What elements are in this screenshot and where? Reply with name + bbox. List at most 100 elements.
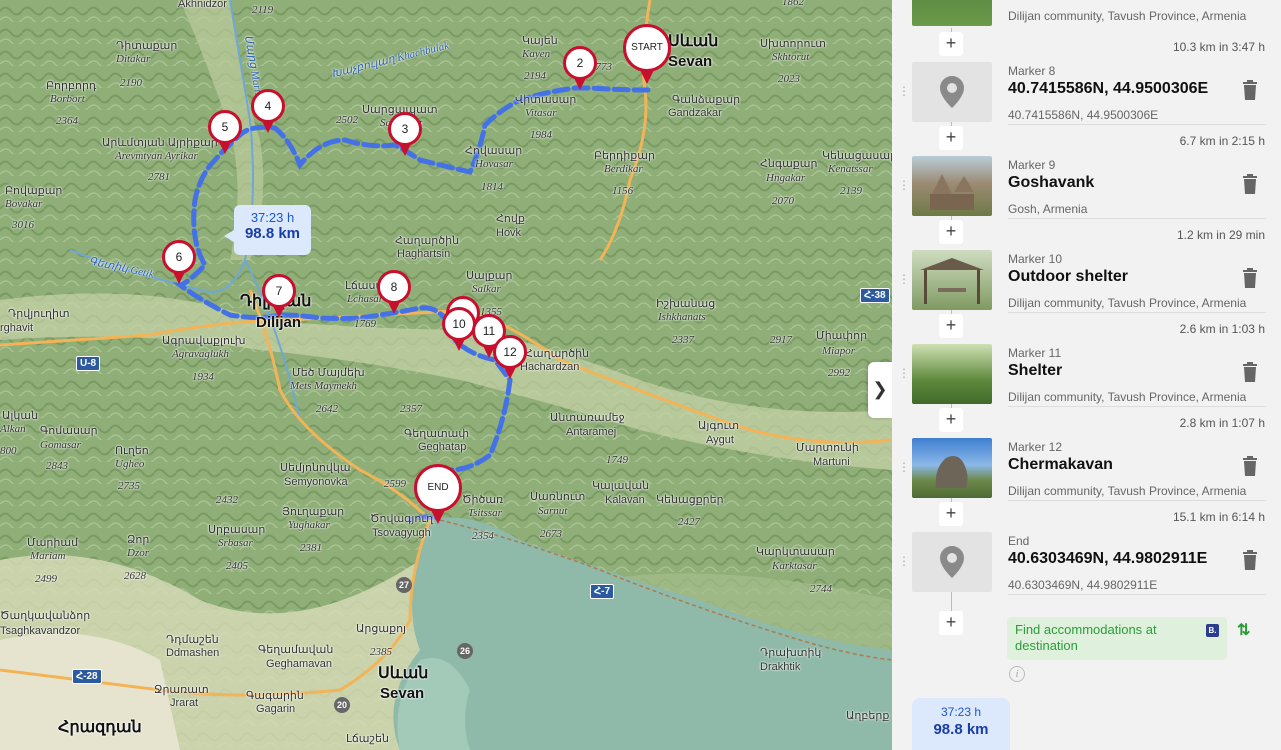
add-waypoint-button[interactable]: +: [939, 220, 963, 244]
drag-handle-icon[interactable]: ⋮⋮: [898, 461, 923, 479]
elevation-label: 2194: [524, 70, 546, 82]
place-label: Ուղեո: [115, 445, 149, 457]
info-icon[interactable]: i: [1009, 666, 1025, 682]
elevation-label: 1769: [354, 318, 376, 330]
waypoint-title: 40.7415586N, 44.9500306E: [1008, 80, 1209, 97]
connector-line: [951, 592, 952, 612]
place-label: Միափոր: [816, 330, 868, 342]
elevation-label: 2354: [472, 530, 494, 542]
route-duration: 37:23 h: [250, 210, 295, 225]
drag-handle-icon[interactable]: ⋮⋮: [898, 179, 923, 197]
place-label: rghavit: [0, 322, 34, 334]
route-marker[interactable]: 7: [262, 274, 296, 322]
reverse-route-icon[interactable]: ⇅: [1237, 620, 1250, 640]
app-root: Akhnidzor Դիտաքար Ditakar Բորբորդ Borbor…: [0, 0, 1281, 750]
route-marker[interactable]: 3: [388, 112, 422, 160]
trash-icon[interactable]: [1242, 362, 1258, 382]
waypoint-item-end[interactable]: ⋮⋮ End 40.6303469N, 44.9802911E 40.63034…: [892, 532, 1281, 598]
route-summary-badge[interactable]: 37:23 h 98.8 km: [912, 698, 1010, 750]
place-label: Tsaghkavandzor: [0, 625, 81, 637]
add-waypoint-button[interactable]: +: [939, 611, 963, 635]
marker-label: 8: [377, 270, 411, 304]
elevation-label: 2843: [46, 460, 68, 472]
place-label: Dzor: [127, 547, 150, 559]
place-label: Miapor: [822, 345, 855, 357]
trash-icon[interactable]: [1242, 456, 1258, 476]
route-marker[interactable]: 6: [162, 240, 196, 288]
route-marker[interactable]: 4: [251, 89, 285, 137]
marker-label: START: [623, 24, 671, 72]
find-accommodations-link[interactable]: Find accommodations at destination B.: [1007, 617, 1227, 660]
road-badge: U-8: [76, 356, 101, 371]
drag-handle-icon[interactable]: ⋮⋮: [898, 367, 923, 385]
road-badge: Հ-7: [590, 584, 615, 599]
place-label: Antaramej: [566, 426, 617, 438]
place-label: Սեմյոնովկա: [280, 462, 351, 474]
route-marker[interactable]: 12: [493, 335, 527, 383]
place-label: Gagarin: [256, 703, 296, 715]
place-label: Salkar: [472, 283, 501, 295]
place-label: Կալավան: [592, 480, 650, 492]
place-label: Vitasar: [525, 107, 557, 119]
place-label: Կարկտասար: [756, 546, 835, 558]
location-pin-icon: [940, 546, 964, 578]
place-label: Մարիամ: [27, 537, 79, 549]
leg-info: 6.7 km in 2:15 h: [1179, 134, 1265, 148]
waypoint-thumbnail: [912, 532, 992, 592]
waypoint-subtitle: Dilijan community, Tavush Province, Arme…: [1008, 296, 1247, 310]
drag-handle-icon[interactable]: ⋮⋮: [898, 85, 923, 103]
route-marker-end[interactable]: END: [414, 464, 462, 528]
drag-handle-icon[interactable]: ⋮⋮: [898, 273, 923, 291]
trash-icon[interactable]: [1242, 80, 1258, 100]
elevation-label: 1749: [606, 454, 628, 466]
place-label: Գեղամավան: [258, 644, 334, 656]
waypoint-item[interactable]: ⋮⋮ Marker 9 Goshavank Gosh, Armenia: [892, 156, 1281, 222]
place-label: Սխտորուտ: [760, 38, 826, 50]
route-marker[interactable]: 2: [563, 46, 597, 94]
add-waypoint-button[interactable]: +: [939, 126, 963, 150]
waypoint-item[interactable]: ⋮⋮ Marker 10 Outdoor shelter Dilijan com…: [892, 250, 1281, 316]
booking-icon: B.: [1206, 624, 1219, 637]
elevation-label: 2070: [772, 195, 794, 207]
place-label: Դիտաքար: [116, 40, 178, 52]
place-label: Gomasar: [40, 439, 81, 451]
add-waypoint-button[interactable]: +: [939, 314, 963, 338]
waypoint-thumbnail: [912, 156, 992, 216]
collapse-sidebar-button[interactable]: ❯: [868, 362, 892, 418]
elevation-label: 2139: [840, 185, 862, 197]
route-marker[interactable]: 5: [208, 110, 242, 158]
place-label: Hngakar: [766, 172, 806, 184]
place-label: Tsitssar: [468, 507, 502, 519]
place-label: Alkan: [0, 423, 26, 435]
route-summary-tooltip[interactable]: 37:23 h 98.8 km: [224, 205, 311, 255]
trash-icon[interactable]: [1242, 268, 1258, 288]
marker-label: 7: [262, 274, 296, 308]
route-marker[interactable]: 8: [377, 270, 411, 318]
waypoint-title: Shelter: [1008, 362, 1063, 379]
waypoint-item[interactable]: ⋮⋮ Marker 11 Shelter Dilijan community, …: [892, 344, 1281, 410]
map-view[interactable]: Akhnidzor Դիտաքար Ditakar Բորբորդ Borbor…: [0, 0, 892, 750]
location-pin-icon: [940, 76, 964, 108]
place-label: Ծիծառ: [462, 494, 504, 506]
place-label: Հովասար: [465, 145, 523, 157]
place-label: Գոմասար: [40, 425, 98, 437]
place-label: Սրբասար: [208, 524, 266, 536]
waypoint-item[interactable]: ⋮⋮ Marker 12 Chermakavan Dilijan communi…: [892, 438, 1281, 504]
route-marker-start[interactable]: START: [623, 24, 671, 88]
place-label: Kenatssar: [828, 163, 873, 175]
waypoint-item[interactable]: ⋮⋮ Marker 8 40.7415586N, 44.9500306E 40.…: [892, 62, 1281, 128]
route-marker[interactable]: 10: [442, 307, 476, 355]
road-number: 27: [396, 577, 412, 593]
add-waypoint-button[interactable]: +: [939, 32, 963, 56]
elevation-label: 2385: [370, 646, 392, 658]
trash-icon[interactable]: [1242, 174, 1258, 194]
place-label: Mets Maymekh: [290, 380, 357, 392]
place-label: Բովաքար: [5, 185, 63, 197]
add-waypoint-button[interactable]: +: [939, 408, 963, 432]
trash-icon[interactable]: [1242, 550, 1258, 570]
route-sidebar[interactable]: Dilijan community, Tavush Province, Arme…: [892, 0, 1281, 750]
add-waypoint-button[interactable]: +: [939, 502, 963, 526]
elevation-label: 2781: [148, 171, 170, 183]
place-label: Agravaglukh: [172, 348, 229, 360]
drag-handle-icon[interactable]: ⋮⋮: [898, 555, 923, 573]
